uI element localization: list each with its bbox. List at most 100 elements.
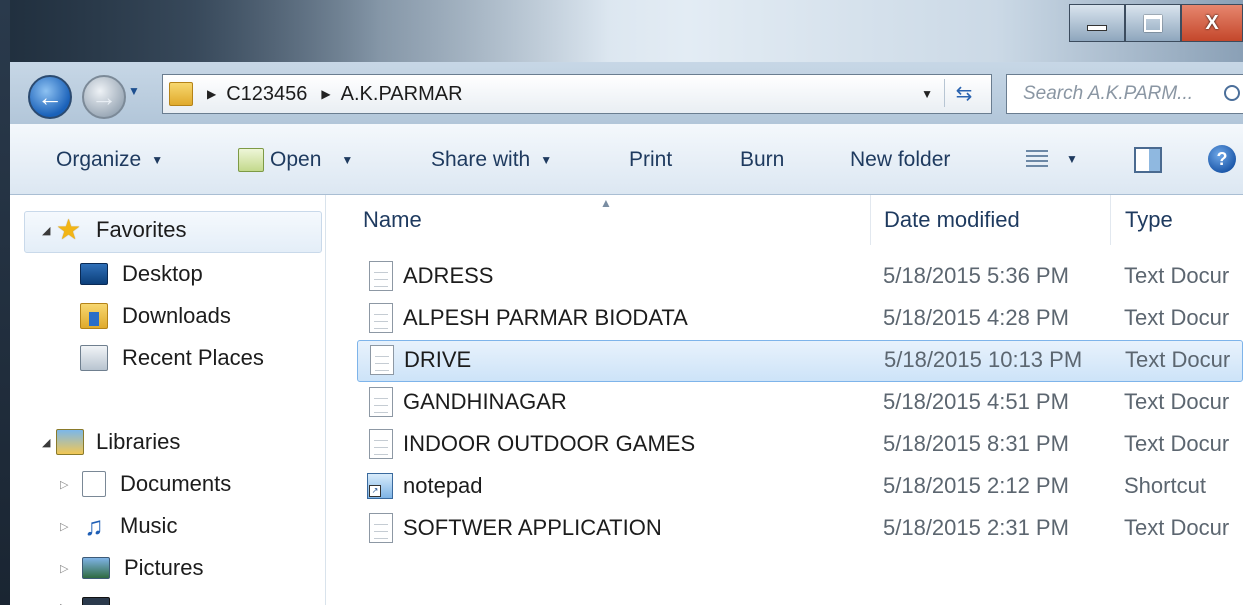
column-divider[interactable] — [870, 195, 871, 245]
recent-pages-dropdown[interactable]: ▼ — [128, 84, 142, 104]
file-type: Text Docur — [1124, 263, 1230, 288]
open-label: Open — [270, 148, 322, 171]
open-button[interactable]: Open ▼ — [238, 148, 353, 172]
chevron-down-icon: ▼ — [540, 153, 553, 167]
burn-label: Burn — [740, 148, 785, 171]
minimize-icon — [1087, 25, 1107, 31]
file-row[interactable]: ↗ notepad 5/18/2015 2:12 PM Shortcut — [357, 467, 1243, 507]
navigation-pane: ◢ ★ Favorites Desktop Downloads Recent P… — [10, 195, 326, 605]
forward-arrow-icon: → — [91, 81, 117, 112]
sidebar-item-pictures[interactable]: ▷ Pictures — [60, 555, 203, 581]
help-button[interactable]: ? — [1208, 145, 1236, 173]
file-date: 5/18/2015 4:51 PM — [883, 389, 1069, 414]
collapse-arrow-icon[interactable]: ◢ — [42, 436, 56, 449]
breadcrumb-c123456[interactable]: C123456 — [226, 83, 307, 106]
libraries-icon — [56, 429, 84, 455]
navigation-bar: ← → ▼ ▶ C123456 ▶ A.K.PARMAR ▼ ⇆ Search … — [10, 62, 1243, 124]
column-type-label: Type — [1125, 207, 1173, 232]
window-controls: X — [1069, 4, 1243, 42]
forward-button[interactable]: → — [82, 75, 126, 119]
file-date: 5/18/2015 2:31 PM — [883, 515, 1069, 540]
collapse-arrow-icon[interactable]: ◢ — [42, 224, 56, 237]
column-divider[interactable] — [1110, 195, 1111, 245]
chevron-down-icon: ▼ — [1066, 152, 1078, 166]
sidebar-favorites-label: Favorites — [96, 217, 187, 242]
refresh-button[interactable]: ⇆ — [944, 79, 983, 107]
shortcut-icon: ↗ — [367, 473, 393, 499]
file-row[interactable]: INDOOR OUTDOOR GAMES 5/18/2015 8:31 PM T… — [357, 425, 1243, 465]
print-button[interactable]: Print — [629, 148, 672, 172]
sidebar-item-label: Downloads — [122, 303, 231, 328]
sidebar-item-label: Desktop — [122, 261, 203, 286]
preview-pane-button[interactable] — [1134, 147, 1162, 173]
recent-places-icon — [80, 345, 108, 371]
text-file-icon — [369, 513, 393, 543]
share-with-label: Share with — [431, 148, 531, 171]
maximize-icon — [1144, 14, 1162, 32]
address-dropdown-icon[interactable]: ▼ — [921, 87, 933, 101]
sidebar-item-music[interactable]: ▷ ♫ Music — [60, 511, 178, 541]
file-name: notepad — [403, 473, 483, 498]
expand-arrow-icon[interactable]: ▷ — [60, 478, 82, 491]
refresh-icon: ⇆ — [955, 82, 973, 105]
sidebar-item-videos[interactable]: ▷ — [60, 597, 124, 605]
file-name: GANDHINAGAR — [403, 389, 567, 414]
text-file-icon — [369, 261, 393, 291]
sidebar-item-label: Music — [120, 513, 178, 538]
back-button[interactable]: ← — [28, 75, 72, 119]
sidebar-item-documents[interactable]: ▷ Documents — [60, 471, 231, 497]
desktop-icon — [80, 263, 108, 285]
file-date: 5/18/2015 4:28 PM — [883, 305, 1069, 330]
file-name: ALPESH PARMAR BIODATA — [403, 305, 688, 330]
search-input[interactable]: Search A.K.PARM... — [1006, 74, 1243, 114]
breadcrumb-separator-icon[interactable]: ▶ — [321, 87, 330, 101]
file-type: Text Docur — [1124, 305, 1230, 330]
sidebar-item-desktop[interactable]: Desktop — [80, 261, 203, 287]
text-file-icon — [370, 345, 394, 375]
file-date: 5/18/2015 5:36 PM — [883, 263, 1069, 288]
file-row-selected[interactable]: DRIVE 5/18/2015 10:13 PM Text Docur — [357, 340, 1243, 382]
column-header-type[interactable]: Type — [1125, 195, 1243, 245]
sidebar-item-label: Documents — [120, 471, 232, 496]
preview-pane-icon — [1134, 147, 1162, 173]
share-with-button[interactable]: Share with ▼ — [431, 148, 552, 172]
burn-button[interactable]: Burn — [740, 148, 784, 172]
sidebar-item-favorites[interactable]: ◢ ★ Favorites — [42, 216, 187, 244]
sidebar-item-label: Pictures — [124, 555, 204, 580]
column-header-date-modified[interactable]: Date modified — [884, 195, 1104, 245]
file-row[interactable]: ALPESH PARMAR BIODATA 5/18/2015 4:28 PM … — [357, 299, 1243, 339]
breadcrumb-akparmar[interactable]: A.K.PARMAR — [341, 83, 463, 106]
organize-button[interactable]: Organize ▼ — [56, 148, 163, 172]
maximize-button[interactable] — [1125, 4, 1181, 42]
file-date: 5/18/2015 10:13 PM — [884, 347, 1083, 372]
sidebar-item-libraries[interactable]: ◢ Libraries — [42, 429, 180, 455]
organize-label: Organize — [56, 148, 142, 171]
file-row[interactable]: GANDHINAGAR 5/18/2015 4:51 PM Text Docur — [357, 383, 1243, 423]
documents-icon — [82, 471, 106, 497]
address-bar[interactable]: ▶ C123456 ▶ A.K.PARMAR ▼ ⇆ — [162, 74, 992, 114]
file-row[interactable]: ADRESS 5/18/2015 5:36 PM Text Docur — [357, 257, 1243, 297]
close-icon: X — [1205, 11, 1219, 34]
window-edge — [0, 0, 10, 605]
expand-arrow-icon[interactable]: ▷ — [60, 562, 82, 575]
search-icon[interactable] — [1224, 85, 1240, 101]
close-button[interactable]: X — [1181, 4, 1243, 42]
sidebar-item-recent-places[interactable]: Recent Places — [80, 345, 264, 371]
text-file-icon — [369, 303, 393, 333]
pictures-icon — [82, 557, 110, 579]
sidebar-item-downloads[interactable]: Downloads — [80, 303, 231, 329]
chevron-down-icon[interactable]: ▼ — [341, 153, 353, 167]
file-row[interactable]: SOFTWER APPLICATION 5/18/2015 2:31 PM Te… — [357, 509, 1243, 549]
print-label: Print — [629, 148, 673, 171]
column-name-label: Name — [363, 207, 422, 232]
minimize-button[interactable] — [1069, 4, 1125, 42]
column-header-name[interactable]: Name — [363, 195, 863, 245]
breadcrumb-separator-icon[interactable]: ▶ — [207, 87, 216, 101]
help-icon: ? — [1208, 145, 1236, 173]
new-folder-button[interactable]: New folder — [850, 148, 950, 172]
expand-arrow-icon[interactable]: ▷ — [60, 601, 82, 605]
file-type: Text Docur — [1125, 347, 1231, 372]
change-view-button[interactable]: ▼ — [1026, 150, 1078, 168]
expand-arrow-icon[interactable]: ▷ — [60, 520, 82, 533]
text-file-icon — [369, 429, 393, 459]
